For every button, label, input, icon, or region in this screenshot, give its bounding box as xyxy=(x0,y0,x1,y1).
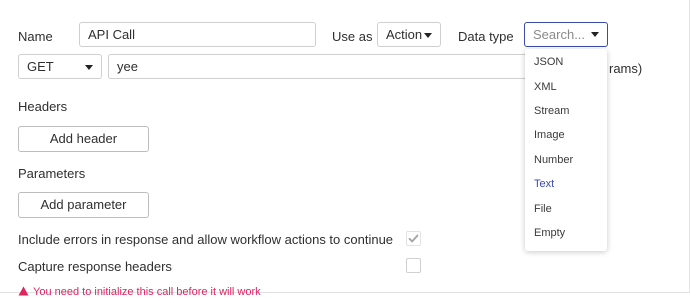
http-method-dropdown[interactable]: GET xyxy=(18,54,102,79)
include-errors-checkbox[interactable] xyxy=(406,231,421,246)
data-type-menu: JSON XML Stream Image Number Text File E… xyxy=(525,49,607,251)
init-warning: You need to initialize this call before … xyxy=(18,286,261,298)
capture-headers-checkbox[interactable] xyxy=(406,258,421,273)
http-method-value: GET xyxy=(27,59,54,74)
api-call-editor: Name API Call Use as Action Data type Se… xyxy=(0,0,690,298)
menu-item-stream[interactable]: Stream xyxy=(534,105,569,117)
menu-item-file[interactable]: File xyxy=(534,203,552,215)
menu-item-xml[interactable]: XML xyxy=(534,81,557,93)
init-warning-text: You need to initialize this call before … xyxy=(33,286,261,298)
use-as-value: Action xyxy=(386,27,423,42)
headers-label: Headers xyxy=(18,99,68,114)
data-type-label: Data type xyxy=(458,29,514,44)
menu-item-empty[interactable]: Empty xyxy=(534,227,565,239)
menu-item-image[interactable]: Image xyxy=(534,129,565,141)
url-hint-text: rams) xyxy=(609,61,643,76)
chevron-down-icon xyxy=(424,33,432,38)
menu-item-json[interactable]: JSON xyxy=(534,56,563,68)
add-parameter-button[interactable]: Add parameter xyxy=(18,192,149,218)
capture-headers-label: Capture response headers xyxy=(18,259,172,274)
name-label: Name xyxy=(18,29,53,44)
data-type-search-input[interactable]: Search... xyxy=(524,22,608,47)
menu-item-text[interactable]: Text xyxy=(534,178,554,190)
include-errors-label: Include errors in response and allow wor… xyxy=(18,232,394,247)
parameters-label: Parameters xyxy=(18,166,86,181)
chevron-down-icon xyxy=(85,65,93,70)
chevron-down-icon xyxy=(591,32,599,37)
name-input[interactable]: API Call xyxy=(79,22,316,47)
data-type-search-placeholder: Search... xyxy=(533,27,586,42)
url-input[interactable]: yee xyxy=(108,54,528,79)
menu-item-number[interactable]: Number xyxy=(534,154,573,166)
checkmark-icon xyxy=(408,234,419,243)
add-header-button[interactable]: Add header xyxy=(18,126,149,152)
use-as-label: Use as xyxy=(332,29,373,44)
warning-icon xyxy=(18,286,29,296)
use-as-dropdown[interactable]: Action xyxy=(377,22,441,47)
